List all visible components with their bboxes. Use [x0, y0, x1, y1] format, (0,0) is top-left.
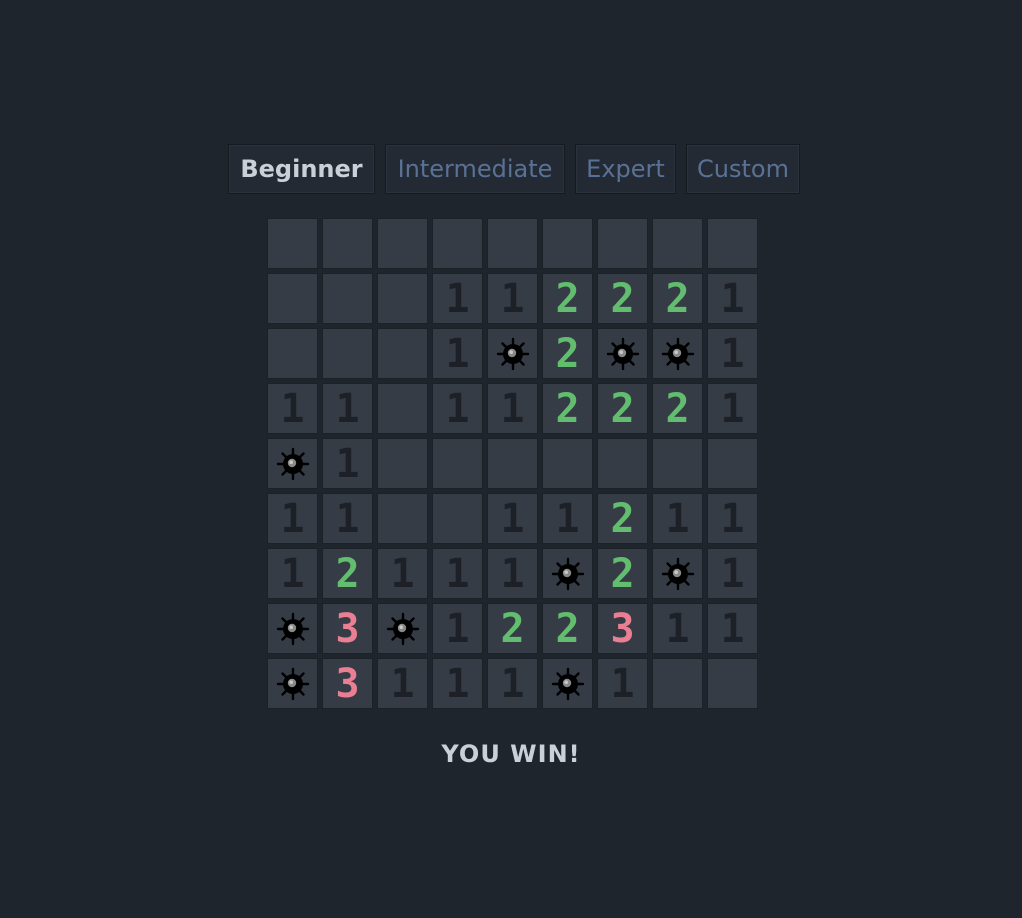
board-cell-r2-c0[interactable] — [267, 328, 318, 379]
board-cell-r6-c2[interactable]: 1 — [377, 548, 428, 599]
board-cell-r6-c5[interactable] — [542, 548, 593, 599]
board-cell-r4-c6[interactable] — [597, 438, 648, 489]
mine-icon — [276, 667, 310, 701]
mine-icon — [496, 337, 530, 371]
board-cell-r3-c8[interactable]: 1 — [707, 383, 758, 434]
board-cell-r2-c5[interactable]: 2 — [542, 328, 593, 379]
board-cell-r3-c5[interactable]: 2 — [542, 383, 593, 434]
board-cell-r5-c1[interactable]: 1 — [322, 493, 373, 544]
board-cell-r1-c5[interactable]: 2 — [542, 273, 593, 324]
board-cell-r4-c2[interactable] — [377, 438, 428, 489]
board-cell-r0-c5[interactable] — [542, 218, 593, 269]
board-cell-r8-c3[interactable]: 1 — [432, 658, 483, 709]
board-cell-r2-c2[interactable] — [377, 328, 428, 379]
board-cell-r1-c1[interactable] — [322, 273, 373, 324]
board-cell-r6-c3[interactable]: 1 — [432, 548, 483, 599]
board-cell-r7-c0[interactable] — [267, 603, 318, 654]
board-cell-r8-c7[interactable] — [652, 658, 703, 709]
board-cell-r6-c8[interactable]: 1 — [707, 548, 758, 599]
board-cell-r3-c1[interactable]: 1 — [322, 383, 373, 434]
mine-icon — [661, 557, 695, 591]
board-cell-r7-c1[interactable]: 3 — [322, 603, 373, 654]
board-cell-r0-c6[interactable] — [597, 218, 648, 269]
tab-intermediate[interactable]: Intermediate — [385, 144, 565, 194]
board-cell-r5-c8[interactable]: 1 — [707, 493, 758, 544]
board-cell-r2-c3[interactable]: 1 — [432, 328, 483, 379]
mine-icon — [386, 612, 420, 646]
board-cell-r1-c3[interactable]: 1 — [432, 273, 483, 324]
board-cell-r4-c0[interactable] — [267, 438, 318, 489]
board-cell-r6-c1[interactable]: 2 — [322, 548, 373, 599]
minesweeper-board: 1122211211111222111111211121112131223113… — [267, 218, 758, 709]
board-cell-r4-c1[interactable]: 1 — [322, 438, 373, 489]
board-cell-r2-c1[interactable] — [322, 328, 373, 379]
board-cell-r8-c0[interactable] — [267, 658, 318, 709]
board-cell-r7-c2[interactable] — [377, 603, 428, 654]
board-cell-r4-c3[interactable] — [432, 438, 483, 489]
board-cell-r5-c0[interactable]: 1 — [267, 493, 318, 544]
board-cell-r0-c7[interactable] — [652, 218, 703, 269]
board-cell-r1-c8[interactable]: 1 — [707, 273, 758, 324]
difficulty-tabs: Beginner Intermediate Expert Custom — [228, 144, 800, 194]
board-cell-r1-c6[interactable]: 2 — [597, 273, 648, 324]
board-cell-r8-c6[interactable]: 1 — [597, 658, 648, 709]
board-cell-r3-c4[interactable]: 1 — [487, 383, 538, 434]
board-cell-r8-c5[interactable] — [542, 658, 593, 709]
board-cell-r7-c4[interactable]: 2 — [487, 603, 538, 654]
board-cell-r5-c2[interactable] — [377, 493, 428, 544]
board-cell-r2-c8[interactable]: 1 — [707, 328, 758, 379]
board-cell-r0-c2[interactable] — [377, 218, 428, 269]
mine-icon — [276, 447, 310, 481]
board-cell-r3-c0[interactable]: 1 — [267, 383, 318, 434]
board-cell-r6-c6[interactable]: 2 — [597, 548, 648, 599]
board-cell-r7-c8[interactable]: 1 — [707, 603, 758, 654]
tab-expert[interactable]: Expert — [575, 144, 676, 194]
board-cell-r8-c2[interactable]: 1 — [377, 658, 428, 709]
board-cell-r8-c1[interactable]: 3 — [322, 658, 373, 709]
board-cell-r7-c7[interactable]: 1 — [652, 603, 703, 654]
board-cell-r6-c4[interactable]: 1 — [487, 548, 538, 599]
board-cell-r5-c6[interactable]: 2 — [597, 493, 648, 544]
board-cell-r3-c3[interactable]: 1 — [432, 383, 483, 434]
board-cell-r0-c4[interactable] — [487, 218, 538, 269]
board-cell-r3-c7[interactable]: 2 — [652, 383, 703, 434]
board-cell-r4-c7[interactable] — [652, 438, 703, 489]
board-cell-r6-c7[interactable] — [652, 548, 703, 599]
board-cell-r2-c6[interactable] — [597, 328, 648, 379]
board-cell-r0-c8[interactable] — [707, 218, 758, 269]
tab-beginner[interactable]: Beginner — [228, 144, 375, 194]
board-cell-r3-c2[interactable] — [377, 383, 428, 434]
board-cell-r2-c7[interactable] — [652, 328, 703, 379]
board-cell-r5-c5[interactable]: 1 — [542, 493, 593, 544]
board-cell-r3-c6[interactable]: 2 — [597, 383, 648, 434]
board-cell-r4-c5[interactable] — [542, 438, 593, 489]
mine-icon — [551, 667, 585, 701]
mine-icon — [551, 557, 585, 591]
mine-icon — [606, 337, 640, 371]
board-cell-r1-c7[interactable]: 2 — [652, 273, 703, 324]
board-cell-r1-c2[interactable] — [377, 273, 428, 324]
board-cell-r7-c6[interactable]: 3 — [597, 603, 648, 654]
board-cell-r5-c4[interactable]: 1 — [487, 493, 538, 544]
game-status: YOU WIN! — [441, 740, 581, 768]
board-cell-r7-c3[interactable]: 1 — [432, 603, 483, 654]
board-cell-r8-c8[interactable] — [707, 658, 758, 709]
board-cell-r5-c3[interactable] — [432, 493, 483, 544]
board-cell-r4-c8[interactable] — [707, 438, 758, 489]
board-cell-r5-c7[interactable]: 1 — [652, 493, 703, 544]
mine-icon — [661, 337, 695, 371]
board-cell-r7-c5[interactable]: 2 — [542, 603, 593, 654]
board-cell-r6-c0[interactable]: 1 — [267, 548, 318, 599]
board-cell-r4-c4[interactable] — [487, 438, 538, 489]
board-cell-r1-c0[interactable] — [267, 273, 318, 324]
mine-icon — [276, 612, 310, 646]
board-cell-r0-c1[interactable] — [322, 218, 373, 269]
board-cell-r0-c3[interactable] — [432, 218, 483, 269]
board-cell-r0-c0[interactable] — [267, 218, 318, 269]
board-cell-r8-c4[interactable]: 1 — [487, 658, 538, 709]
board-cell-r2-c4[interactable] — [487, 328, 538, 379]
board-cell-r1-c4[interactable]: 1 — [487, 273, 538, 324]
tab-custom[interactable]: Custom — [686, 144, 800, 194]
